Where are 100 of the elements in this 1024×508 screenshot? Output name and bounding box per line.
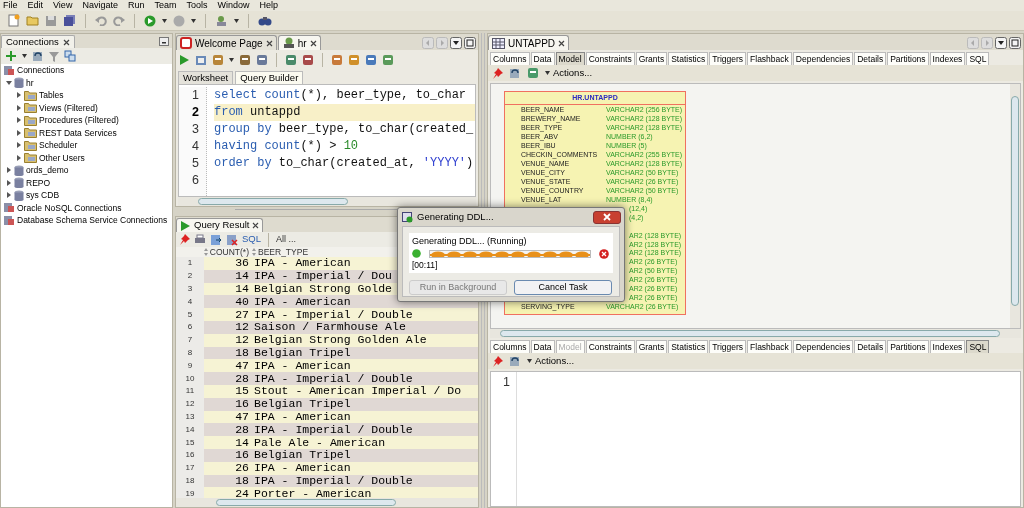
menu-item[interactable]: Help bbox=[259, 0, 278, 11]
menu-item[interactable]: Navigate bbox=[82, 0, 118, 11]
menu-item[interactable]: File bbox=[3, 0, 18, 11]
caret-icon[interactable] bbox=[162, 18, 167, 23]
maximize-icon[interactable] bbox=[1009, 37, 1021, 49]
actions-menu[interactable]: Actions... bbox=[545, 65, 593, 81]
add-icon[interactable] bbox=[5, 50, 17, 62]
tab[interactable]: Grants bbox=[635, 340, 668, 353]
menu-item[interactable]: Team bbox=[154, 0, 177, 11]
expand-arrow-icon[interactable] bbox=[6, 179, 12, 186]
tree-item[interactable]: Connections bbox=[1, 64, 172, 77]
horizontal-scrollbar[interactable] bbox=[490, 329, 1021, 338]
tree-item[interactable]: Oracle NoSQL Connections bbox=[1, 201, 172, 214]
cancel-icon[interactable] bbox=[599, 248, 609, 259]
schema-browser-icon[interactable] bbox=[64, 50, 76, 62]
close-icon[interactable] bbox=[252, 222, 260, 229]
caret-icon[interactable] bbox=[22, 54, 27, 58]
caret-icon[interactable] bbox=[234, 18, 239, 23]
tree-item[interactable]: Views (Filtered) bbox=[1, 101, 172, 114]
editor-tab[interactable]: hr bbox=[277, 35, 321, 50]
tab[interactable]: Constraints bbox=[585, 52, 635, 65]
menu-item[interactable]: View bbox=[53, 0, 73, 11]
tree-item[interactable]: sys CDB bbox=[1, 189, 172, 202]
filter-icon[interactable] bbox=[49, 50, 59, 62]
tab[interactable]: Statistics bbox=[668, 340, 709, 353]
sql-link[interactable]: SQL bbox=[242, 232, 261, 247]
column-header[interactable]: COUNT(*) bbox=[204, 247, 249, 259]
worksheet-tab[interactable]: Query Builder bbox=[235, 71, 304, 84]
actions-menu[interactable]: Actions... bbox=[527, 353, 575, 369]
close-button[interactable] bbox=[593, 210, 621, 224]
expand-arrow-icon[interactable] bbox=[6, 192, 12, 199]
tree-item[interactable]: Procedures (Filtered) bbox=[1, 114, 172, 127]
menu-item[interactable]: Tools bbox=[186, 0, 208, 11]
tab[interactable]: Partitions bbox=[887, 52, 929, 65]
expand-arrow-icon[interactable] bbox=[6, 167, 12, 174]
close-icon[interactable] bbox=[309, 39, 317, 47]
list-icon[interactable] bbox=[995, 37, 1007, 49]
tab[interactable]: Details bbox=[854, 340, 887, 353]
connection-icon[interactable] bbox=[215, 14, 228, 27]
new-file-icon[interactable] bbox=[8, 14, 20, 27]
tab[interactable]: Triggers bbox=[709, 340, 747, 353]
horizontal-scrollbar[interactable] bbox=[178, 197, 476, 206]
collapse-arrow-icon[interactable] bbox=[6, 79, 12, 86]
sort-icon[interactable] bbox=[203, 248, 208, 256]
tab[interactable]: SQL bbox=[966, 340, 990, 353]
binoculars-icon[interactable] bbox=[258, 15, 272, 26]
caret-icon[interactable] bbox=[527, 359, 532, 363]
dialog-button[interactable]: Cancel Task bbox=[514, 280, 612, 295]
run-icon[interactable] bbox=[180, 219, 191, 232]
tab[interactable]: SQL bbox=[966, 52, 990, 65]
tab[interactable]: Flashback bbox=[747, 52, 792, 65]
tab[interactable]: Indexes bbox=[929, 340, 966, 353]
clear-icon[interactable] bbox=[226, 233, 238, 246]
close-icon[interactable] bbox=[558, 39, 566, 47]
worksheet-tab[interactable]: Worksheet bbox=[178, 71, 234, 84]
save-all-icon[interactable] bbox=[63, 14, 76, 27]
editor-tab[interactable]: Welcome Page bbox=[176, 35, 277, 50]
expand-arrow-icon[interactable] bbox=[16, 117, 22, 124]
tab[interactable]: Constraints bbox=[585, 340, 635, 353]
tree-item[interactable]: REPO bbox=[1, 176, 172, 189]
tab[interactable]: Triggers bbox=[709, 52, 747, 65]
result-tab[interactable]: Query Result bbox=[176, 218, 264, 232]
tab[interactable]: Data bbox=[530, 340, 555, 353]
editor-tab[interactable]: UNTAPPD bbox=[488, 35, 570, 50]
tab[interactable]: Grants bbox=[635, 52, 668, 65]
caret-icon[interactable] bbox=[229, 57, 234, 62]
caret-icon[interactable] bbox=[545, 71, 550, 75]
close-icon[interactable] bbox=[62, 38, 70, 46]
pin-icon[interactable] bbox=[492, 355, 503, 367]
tab[interactable]: Dependencies bbox=[792, 52, 854, 65]
print-icon[interactable] bbox=[194, 234, 206, 245]
tree-item[interactable]: Other Users bbox=[1, 151, 172, 164]
run-icon[interactable] bbox=[179, 53, 190, 66]
menu-item[interactable]: Run bbox=[127, 0, 145, 11]
tree-item[interactable]: hr bbox=[1, 76, 172, 89]
maximize-icon[interactable] bbox=[464, 37, 476, 49]
tab[interactable]: Flashback bbox=[747, 340, 792, 353]
tab[interactable]: Indexes bbox=[929, 52, 966, 65]
column-header[interactable]: BEER_TYPE bbox=[249, 247, 309, 259]
tree-item[interactable]: Scheduler bbox=[1, 139, 172, 152]
close-icon[interactable] bbox=[265, 39, 273, 47]
expand-arrow-icon[interactable] bbox=[16, 92, 22, 99]
tab[interactable]: Partitions bbox=[887, 340, 929, 353]
tab[interactable]: Statistics bbox=[668, 52, 709, 65]
tab[interactable]: Dependencies bbox=[792, 340, 854, 353]
run-script-icon[interactable] bbox=[195, 53, 207, 66]
panel-tab[interactable]: Connections bbox=[1, 35, 75, 48]
expand-arrow-icon[interactable] bbox=[16, 142, 22, 149]
caret-icon[interactable] bbox=[191, 18, 196, 23]
pin-icon[interactable] bbox=[179, 234, 190, 245]
tree-item[interactable]: Database Schema Service Connections bbox=[1, 214, 172, 227]
tab[interactable]: Model bbox=[555, 52, 585, 65]
expand-arrow-icon[interactable] bbox=[16, 129, 22, 136]
tab[interactable]: Details bbox=[854, 52, 887, 65]
expand-arrow-icon[interactable] bbox=[16, 104, 22, 111]
horizontal-scrollbar[interactable] bbox=[176, 498, 478, 507]
menu-item[interactable]: Edit bbox=[27, 0, 44, 11]
tree-item[interactable]: Tables bbox=[1, 89, 172, 102]
tab[interactable]: Columns bbox=[490, 340, 530, 353]
vertical-scrollbar[interactable] bbox=[1010, 84, 1020, 328]
